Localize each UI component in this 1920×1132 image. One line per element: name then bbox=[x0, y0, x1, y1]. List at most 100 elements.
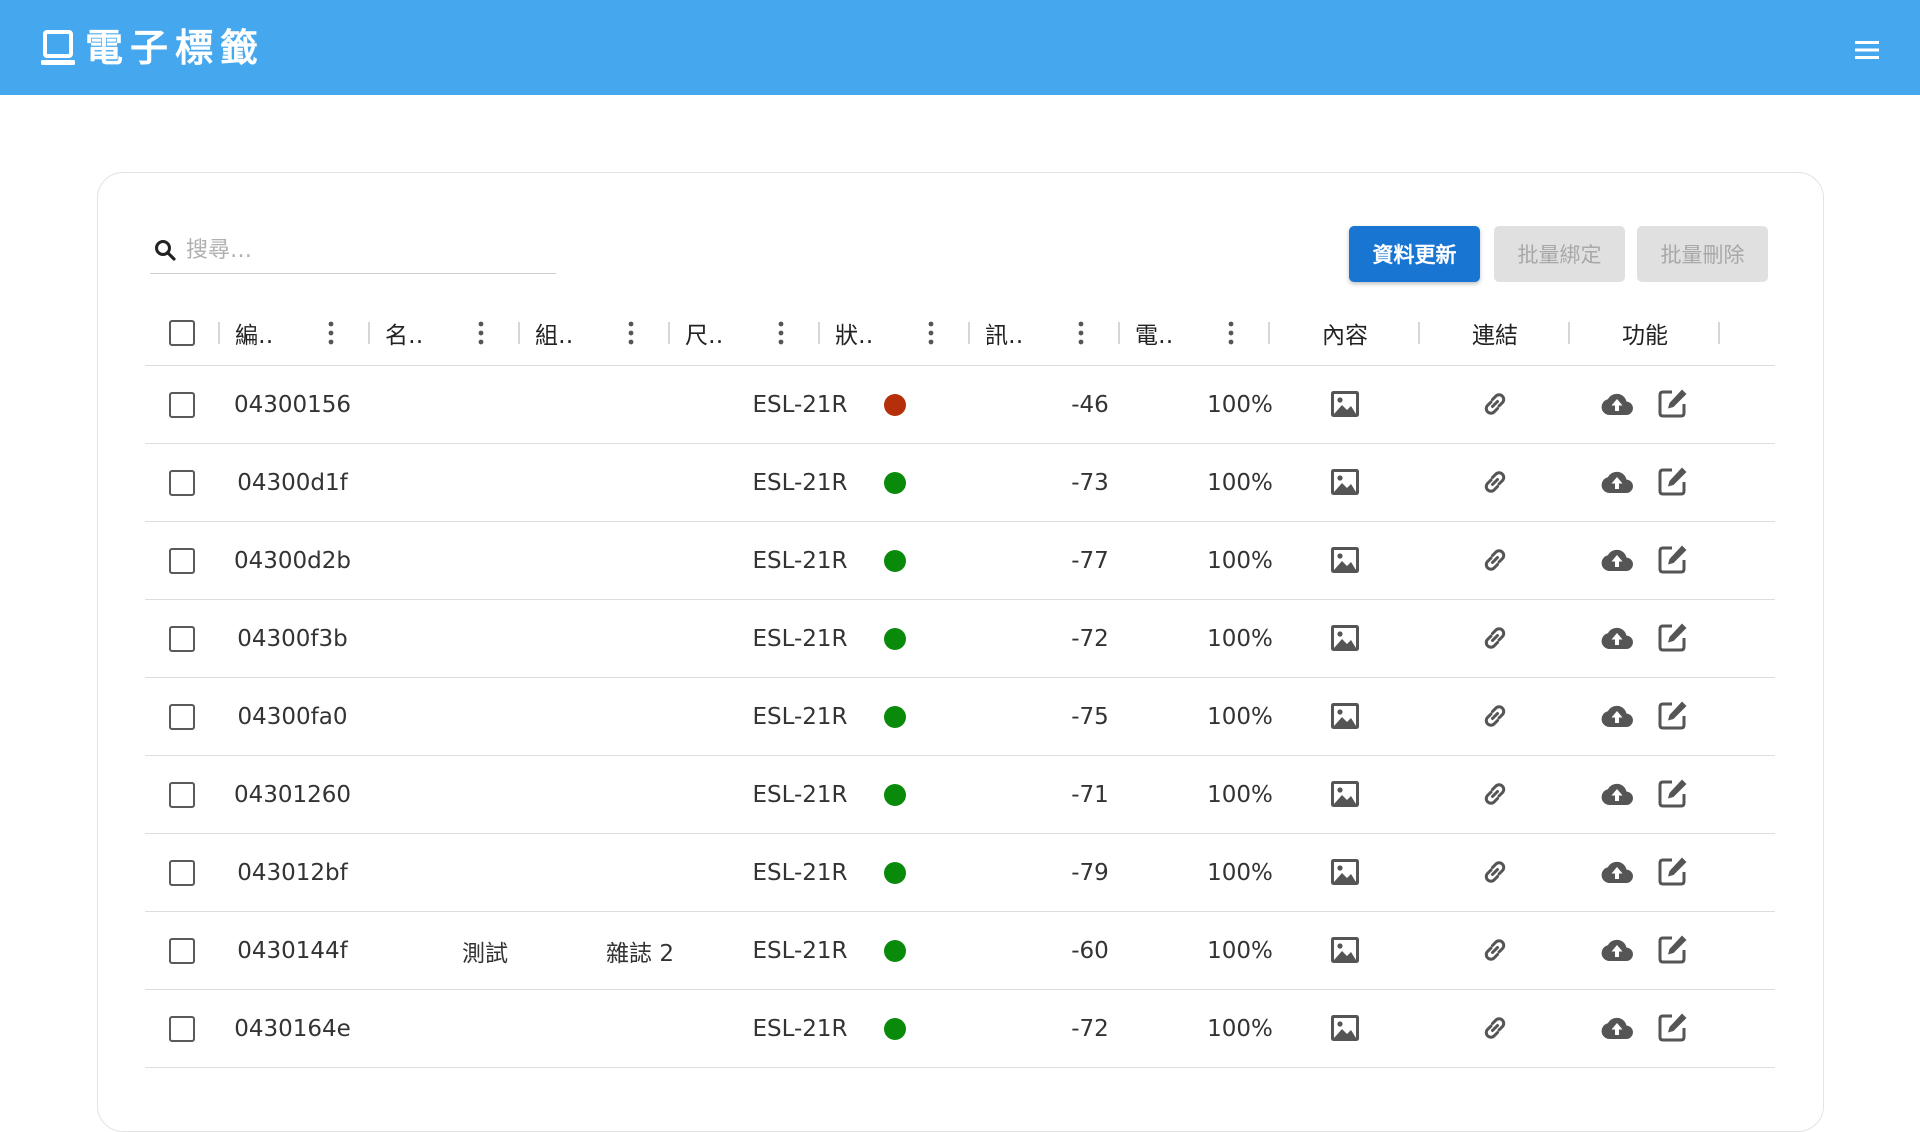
image-icon[interactable] bbox=[1329, 466, 1361, 498]
more-vert-icon[interactable] bbox=[927, 320, 935, 346]
link-icon[interactable] bbox=[1479, 1012, 1511, 1044]
more-vert-icon[interactable] bbox=[327, 320, 335, 346]
brand: 電子標籤 bbox=[41, 26, 265, 70]
link-icon[interactable] bbox=[1479, 778, 1511, 810]
column-header-content: 內容 bbox=[1322, 323, 1368, 349]
row-checkbox[interactable] bbox=[169, 626, 195, 652]
table-row: 04300d2b ESL-21R -77 100% bbox=[145, 522, 1775, 600]
column-header-group[interactable]: 組‥ bbox=[535, 300, 573, 366]
link-icon[interactable] bbox=[1479, 466, 1511, 498]
tag-battery: 100% bbox=[1207, 704, 1273, 730]
tag-battery: 100% bbox=[1207, 470, 1273, 496]
table-row: 04300156 ESL-21R -46 100% bbox=[145, 366, 1775, 444]
link-icon[interactable] bbox=[1479, 856, 1511, 888]
row-checkbox[interactable] bbox=[169, 1016, 195, 1042]
image-icon[interactable] bbox=[1329, 1012, 1361, 1044]
tag-id: 04301260 bbox=[233, 782, 352, 808]
edit-icon[interactable] bbox=[1657, 465, 1689, 497]
table-header: 編‥ 名‥ 組‥ 尺‥ 狀‥ 訊‥ 電‥ 內容 連結 功能 bbox=[145, 300, 1775, 366]
more-vert-icon[interactable] bbox=[777, 320, 785, 346]
tag-id: 04300fa0 bbox=[237, 704, 348, 730]
status-indicator bbox=[884, 862, 906, 884]
column-header-signal[interactable]: 訊‥ bbox=[985, 300, 1023, 366]
row-checkbox[interactable] bbox=[169, 782, 195, 808]
table-row: 0430164e ESL-21R -72 100% bbox=[145, 990, 1775, 1068]
cloud-upload-icon[interactable] bbox=[1601, 622, 1633, 654]
edit-icon[interactable] bbox=[1657, 387, 1689, 419]
column-header-name[interactable]: 名‥ bbox=[385, 300, 423, 366]
link-icon[interactable] bbox=[1479, 544, 1511, 576]
image-icon[interactable] bbox=[1329, 856, 1361, 888]
row-checkbox[interactable] bbox=[169, 470, 195, 496]
tag-signal: -75 bbox=[1071, 704, 1109, 730]
row-checkbox[interactable] bbox=[169, 704, 195, 730]
more-vert-icon[interactable] bbox=[1227, 320, 1235, 346]
cloud-upload-icon[interactable] bbox=[1601, 544, 1633, 576]
link-icon[interactable] bbox=[1479, 388, 1511, 420]
tag-signal: -72 bbox=[1071, 626, 1109, 652]
row-checkbox[interactable] bbox=[169, 548, 195, 574]
search-input[interactable] bbox=[186, 238, 546, 263]
tag-signal: -60 bbox=[1071, 938, 1109, 964]
tag-id: 0430164e bbox=[234, 1016, 351, 1042]
column-header-battery[interactable]: 電‥ bbox=[1135, 300, 1173, 366]
more-vert-icon[interactable] bbox=[627, 320, 635, 346]
tag-id: 04300d2b bbox=[234, 548, 351, 574]
cloud-upload-icon[interactable] bbox=[1601, 1012, 1633, 1044]
table-row: 043012bf ESL-21R -79 100% bbox=[145, 834, 1775, 912]
row-checkbox[interactable] bbox=[169, 860, 195, 886]
column-header-size[interactable]: 尺‥ bbox=[685, 300, 723, 366]
image-icon[interactable] bbox=[1329, 700, 1361, 732]
edit-icon[interactable] bbox=[1657, 933, 1689, 965]
table-row: 04300fa0 ESL-21R -75 100% bbox=[145, 678, 1775, 756]
column-header-link: 連結 bbox=[1472, 323, 1518, 349]
cloud-upload-icon[interactable] bbox=[1601, 778, 1633, 810]
refresh-button[interactable]: 資料更新 bbox=[1349, 226, 1480, 282]
edit-icon[interactable] bbox=[1657, 699, 1689, 731]
tag-name bbox=[435, 678, 535, 756]
status-indicator bbox=[884, 784, 906, 806]
more-vert-icon[interactable] bbox=[1077, 320, 1085, 346]
tag-group bbox=[575, 990, 705, 1068]
image-icon[interactable] bbox=[1329, 388, 1361, 420]
tag-signal: -77 bbox=[1071, 548, 1109, 574]
link-icon[interactable] bbox=[1479, 622, 1511, 654]
tag-group bbox=[575, 756, 705, 834]
edit-icon[interactable] bbox=[1657, 855, 1689, 887]
column-divider bbox=[218, 322, 220, 344]
more-vert-icon[interactable] bbox=[477, 320, 485, 346]
app-header: 電子標籤 bbox=[0, 0, 1920, 95]
column-header-status[interactable]: 狀‥ bbox=[835, 300, 873, 366]
image-icon[interactable] bbox=[1329, 544, 1361, 576]
tag-size: ESL-21R bbox=[752, 938, 848, 964]
tag-name bbox=[435, 600, 535, 678]
cloud-upload-icon[interactable] bbox=[1601, 388, 1633, 420]
edit-icon[interactable] bbox=[1657, 1011, 1689, 1043]
tag-signal: -46 bbox=[1071, 392, 1109, 418]
tag-group bbox=[575, 444, 705, 522]
row-checkbox[interactable] bbox=[169, 938, 195, 964]
cloud-upload-icon[interactable] bbox=[1601, 466, 1633, 498]
edit-icon[interactable] bbox=[1657, 621, 1689, 653]
cloud-upload-icon[interactable] bbox=[1601, 934, 1633, 966]
image-icon[interactable] bbox=[1329, 622, 1361, 654]
status-indicator bbox=[884, 1018, 906, 1040]
link-icon[interactable] bbox=[1479, 700, 1511, 732]
cloud-upload-icon[interactable] bbox=[1601, 700, 1633, 732]
image-icon[interactable] bbox=[1329, 778, 1361, 810]
link-icon[interactable] bbox=[1479, 934, 1511, 966]
status-indicator bbox=[884, 628, 906, 650]
column-header-id[interactable]: 編‥ bbox=[235, 300, 273, 366]
row-checkbox[interactable] bbox=[169, 392, 195, 418]
select-all-checkbox[interactable] bbox=[169, 320, 195, 346]
hamburger-menu-icon[interactable] bbox=[1849, 36, 1885, 64]
edit-icon[interactable] bbox=[1657, 777, 1689, 809]
column-header-actions: 功能 bbox=[1622, 323, 1668, 349]
cloud-upload-icon[interactable] bbox=[1601, 856, 1633, 888]
tag-name bbox=[435, 522, 535, 600]
edit-icon[interactable] bbox=[1657, 543, 1689, 575]
search-icon bbox=[155, 239, 176, 261]
image-icon[interactable] bbox=[1329, 934, 1361, 966]
status-indicator bbox=[884, 706, 906, 728]
table-row: 0430144f 測試 雜誌 2 ESL-21R -60 100% bbox=[145, 912, 1775, 990]
